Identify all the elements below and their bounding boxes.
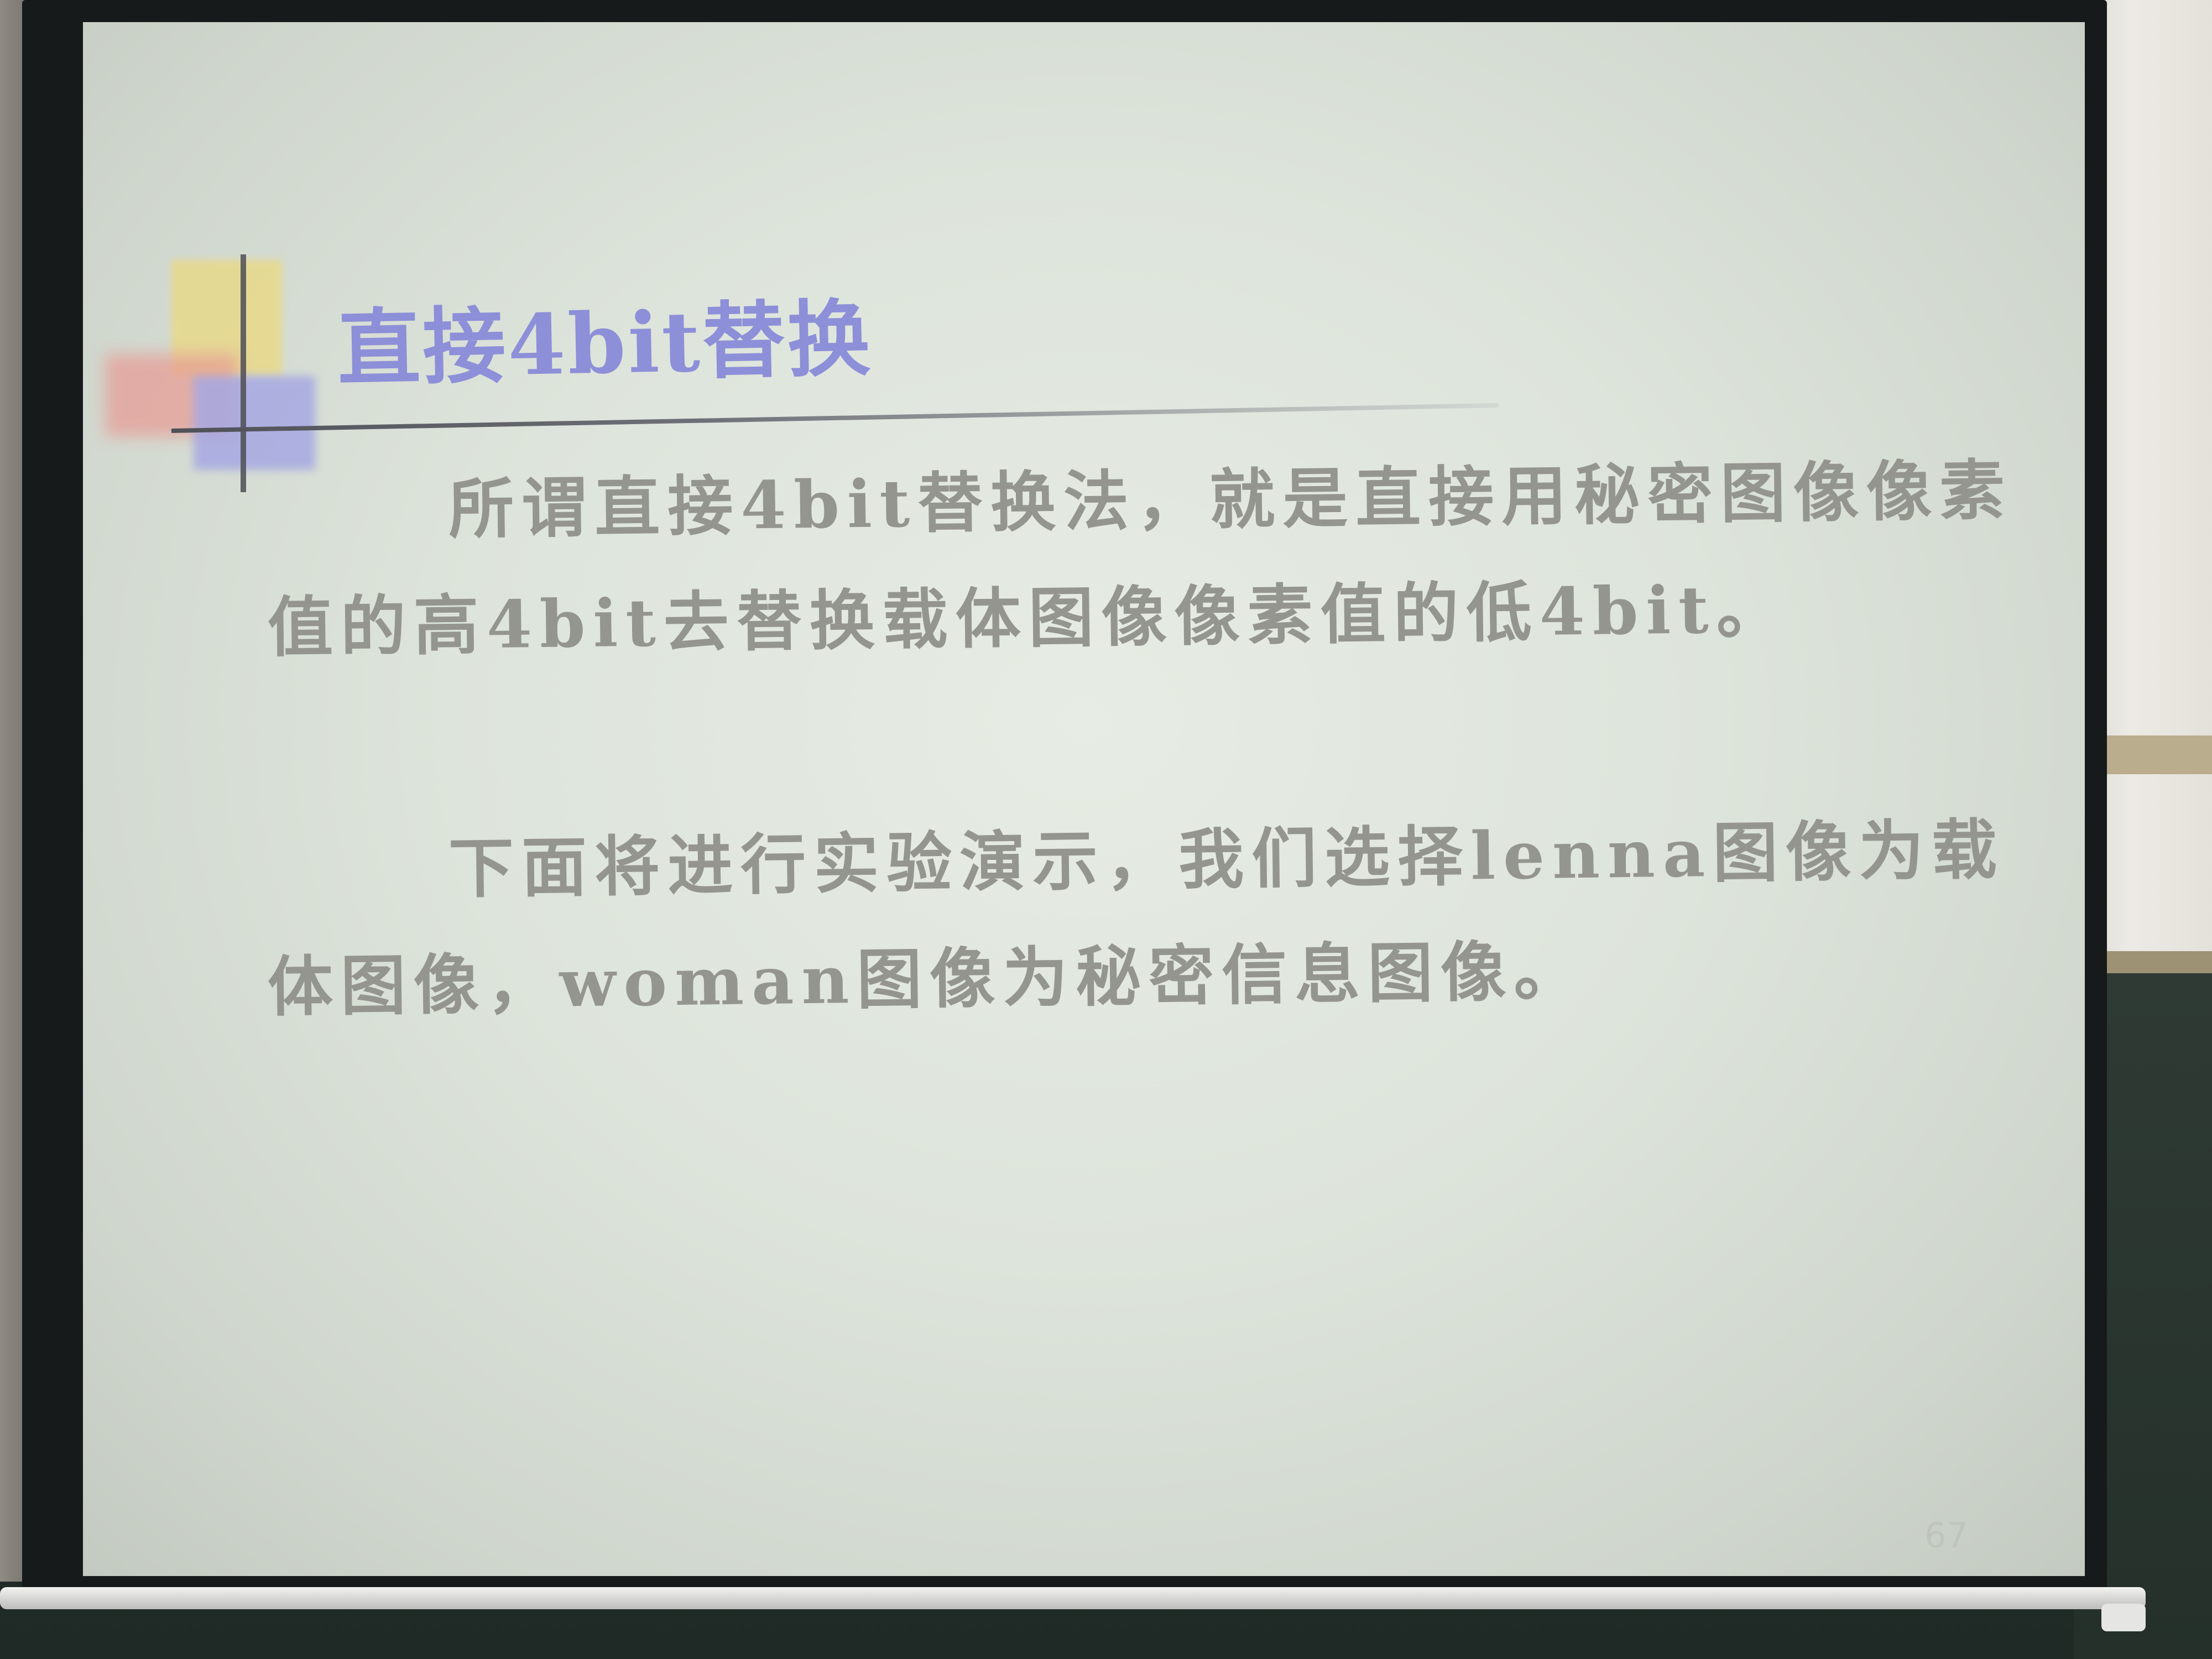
classroom-photo: 直接4bit替换 所谓直接4bit替换法，就是直接用秘密图像像素值的高4bit去… xyxy=(0,0,2212,1659)
slide-page-number: 67 xyxy=(1924,1515,1968,1556)
projected-slide: 直接4bit替换 所谓直接4bit替换法，就是直接用秘密图像像素值的高4bit去… xyxy=(83,22,2085,1576)
slide-paragraph-2: 下面将进行实验演示，我们选择lenna图像为载体图像，woman图像为秘密信息图… xyxy=(265,791,2038,1045)
slide-deco-vertical-line xyxy=(241,254,246,492)
screen-bottom-bar xyxy=(0,1587,2146,1609)
slide-paragraph-2-text: 下面将进行实验演示，我们选择lenna图像为载体图像，woman图像为秘密信息图… xyxy=(267,811,2005,1025)
screen-bar-end-cap xyxy=(2101,1604,2146,1631)
slide-paragraph-1: 所谓直接4bit替换法，就是直接用秘密图像像素值的高4bit去替换载体图像像素值… xyxy=(265,432,2038,686)
slide-paragraph-1-text: 所谓直接4bit替换法，就是直接用秘密图像像素值的高4bit去替换载体图像像素值… xyxy=(267,451,2013,666)
projector-screen-frame: 直接4bit替换 所谓直接4bit替换法，就是直接用秘密图像像素值的高4bit去… xyxy=(22,0,2107,1593)
slide-title: 直接4bit替换 xyxy=(336,290,874,398)
slide-title-underline xyxy=(171,403,1499,433)
